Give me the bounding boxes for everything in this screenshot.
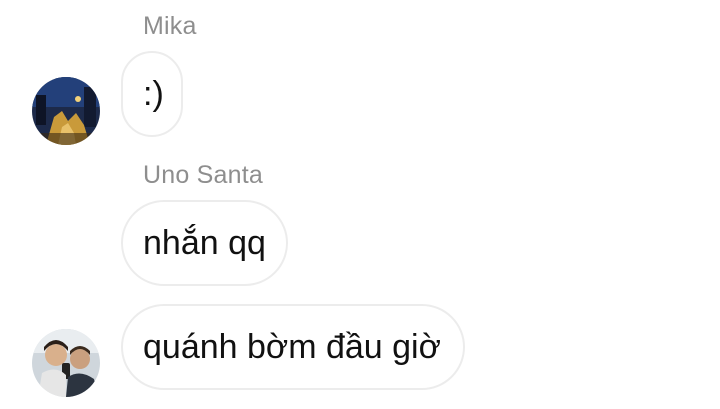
chat-thread: Mika :) Uno Santa nhắn qq quánh bờm đầu … (0, 0, 720, 409)
sender-name-mika: Mika (143, 12, 197, 40)
avatar-photo-icon (32, 77, 100, 145)
message-bubble[interactable]: quánh bờm đầu giờ (121, 304, 465, 390)
avatar-uno-santa[interactable] (32, 329, 100, 397)
message-text: nhắn qq (143, 223, 266, 262)
avatar-photo-icon (32, 329, 100, 397)
message-text: quánh bờm đầu giờ (143, 327, 441, 366)
message-bubble[interactable]: nhắn qq (121, 200, 288, 286)
message-bubble[interactable]: :) (121, 51, 183, 137)
message-text: :) (143, 74, 164, 113)
sender-name-uno-santa: Uno Santa (143, 161, 263, 189)
avatar-mika[interactable] (32, 77, 100, 145)
